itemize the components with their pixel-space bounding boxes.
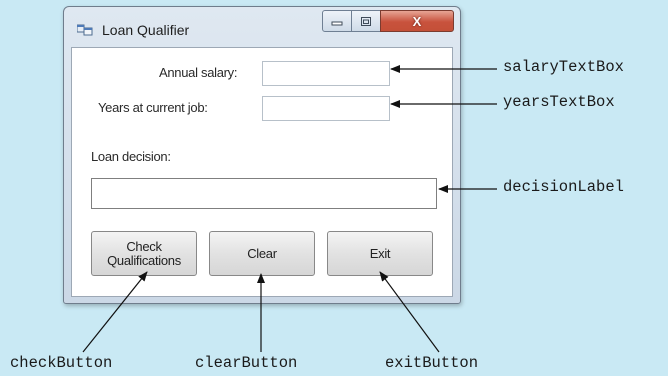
years-callout: yearsTextBox — [503, 93, 615, 111]
check-callout: checkButton — [10, 354, 113, 372]
clear-callout: clearButton — [195, 354, 298, 372]
decision-callout: decisionLabel — [503, 178, 624, 196]
check-arrow — [82, 271, 148, 353]
exit-arrow — [379, 271, 440, 353]
salary-callout: salaryTextBox — [503, 58, 624, 76]
exit-callout: exitButton — [385, 354, 479, 372]
